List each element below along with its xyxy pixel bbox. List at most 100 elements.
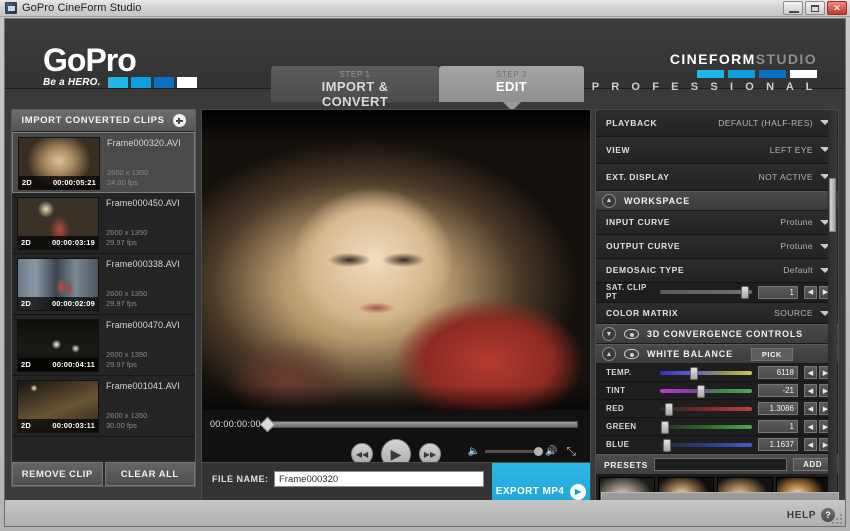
blue-value[interactable]: 1.1637 — [758, 438, 798, 452]
cineform-edition: P R O F E S S I O N A L — [591, 81, 817, 93]
clip-meta: Frame000320.AVI 2600 x 1350 24.00 fps — [100, 137, 189, 189]
cineform-swatches — [592, 70, 817, 78]
decrement-icon[interactable]: ◀ — [804, 285, 817, 299]
red-value[interactable]: 1.3086 — [758, 402, 798, 416]
gopro-swatch-3 — [153, 77, 174, 88]
list-item[interactable]: 2D 00:00:04:11 Frame000470.AVI 2600 x 13… — [12, 315, 195, 376]
list-item[interactable]: 2D 00:00:03:11 Frame001041.AVI 2600 x 13… — [12, 376, 195, 437]
playback-row[interactable]: PLAYBACK DEFAULT (HALF-RES) — [596, 110, 838, 137]
red-label: RED — [606, 404, 625, 414]
red-knob[interactable] — [664, 402, 673, 416]
scrubber-track[interactable] — [259, 416, 578, 432]
volume-control: 🔈 🔊 ⤡ — [467, 444, 576, 459]
remove-clip-button[interactable]: REMOVE CLIP — [12, 462, 103, 486]
sat-clip-pt-value[interactable]: 1 — [758, 285, 798, 299]
green-knob[interactable] — [660, 420, 669, 434]
clip-duration: 00:00:05:21 — [52, 178, 96, 187]
clip-fps: 29.97 fps — [106, 299, 137, 309]
minimize-button[interactable] — [783, 1, 803, 15]
workspace-title: WORKSPACE — [624, 195, 691, 206]
file-name-input[interactable]: Frame000320 — [274, 471, 484, 487]
chevron-up-icon[interactable]: ▲ — [602, 347, 616, 362]
preview-panel: 00:00:00:00 ◀◀ ▶ ▶▶ 🔈 🔊 ⤡ — [201, 109, 591, 521]
demosaic-type-row[interactable]: DEMOSAIC TYPE Default — [596, 258, 838, 283]
cineform-swatch-1 — [697, 70, 724, 78]
add-preset-button[interactable]: ADD — [793, 458, 832, 472]
help-control[interactable]: HELP ? — [787, 508, 835, 522]
temp-track[interactable] — [660, 366, 752, 380]
volume-slider-knob[interactable] — [533, 447, 543, 456]
clip-thumbnail: 2D 00:00:04:11 — [17, 319, 99, 372]
volume-high-icon[interactable]: 🔊 — [545, 446, 557, 457]
gopro-logo: GoPro Be a HERO. — [43, 44, 197, 88]
tint-value[interactable]: -21 — [758, 384, 798, 398]
blue-knob[interactable] — [662, 438, 671, 452]
volume-slider-track[interactable] — [484, 447, 543, 456]
decrement-icon[interactable]: ◀ — [804, 402, 817, 416]
workspace-section-header[interactable]: ▲ WORKSPACE — [596, 190, 838, 211]
tint-track[interactable] — [660, 384, 752, 398]
scrubber-handle[interactable] — [259, 416, 276, 432]
volume-low-icon[interactable]: 🔈 — [467, 446, 479, 457]
ext-display-value: NOT ACTIVE — [758, 171, 813, 182]
maximize-button[interactable] — [805, 1, 825, 15]
decrement-icon[interactable]: ◀ — [804, 366, 817, 380]
plus-icon[interactable] — [172, 114, 186, 127]
video-preview[interactable] — [202, 110, 590, 410]
sat-clip-pt-track[interactable] — [660, 286, 752, 300]
red-track[interactable] — [660, 402, 752, 416]
color-matrix-row[interactable]: COLOR MATRIX SOURCE — [596, 302, 838, 325]
convergence-section-header[interactable]: ▼ 3D CONVERGENCE CONTROLS — [596, 324, 838, 345]
cineform-bold-text: CINEFORM — [669, 51, 756, 67]
list-item[interactable]: 2D 00:00:05:21 Frame000320.AVI 2600 x 13… — [12, 132, 195, 193]
green-track[interactable] — [660, 420, 752, 434]
clip-fps: 24.00 fps — [107, 178, 138, 188]
tint-knob[interactable] — [696, 384, 705, 398]
input-curve-row[interactable]: INPUT CURVE Protune — [596, 210, 838, 235]
chevron-down-icon[interactable]: ▼ — [602, 327, 616, 342]
clip-thumbnail: 2D 00:00:03:19 — [17, 197, 99, 250]
blue-slider-row: BLUE 1.1637 ◀ ▶ — [596, 436, 838, 455]
output-curve-label: OUTPUT CURVE — [606, 241, 681, 252]
gopro-tagline-row: Be a HERO. — [43, 77, 197, 88]
clip-name: Frame001041.AVI — [106, 381, 180, 391]
clip-meta: Frame001041.AVI 2600 x 1350 30.00 fps — [99, 380, 190, 433]
tab-edit[interactable]: STEP 2 EDIT — [439, 66, 584, 111]
clip-resolution: 2600 x 1350 — [107, 168, 149, 177]
ext-display-row[interactable]: EXT. DISPLAY NOT ACTIVE — [596, 163, 838, 191]
eye-icon[interactable] — [624, 349, 639, 360]
clip-list[interactable]: 2D 00:00:05:21 Frame000320.AVI 2600 x 13… — [12, 132, 195, 460]
tab-import-convert-number: STEP 1 — [339, 70, 371, 79]
clear-all-button[interactable]: CLEAR ALL — [104, 462, 195, 486]
pick-button[interactable]: PICK — [750, 347, 793, 361]
temp-value[interactable]: 6118 — [758, 366, 798, 380]
cineform-studio-logo: CINEFORMSTUDIO P R O F E S S I O N A L — [592, 51, 817, 93]
sat-clip-pt-knob[interactable] — [740, 286, 749, 300]
green-value[interactable]: 1 — [758, 420, 798, 434]
blue-track[interactable] — [660, 438, 752, 452]
decrement-icon[interactable]: ◀ — [804, 384, 817, 398]
list-item[interactable]: 2D 00:00:03:19 Frame000450.AVI 2600 x 13… — [12, 193, 195, 254]
window-controls: ✕ — [783, 1, 847, 15]
clip-thumbnail: 2D 00:00:02:09 — [17, 258, 99, 311]
temp-knob[interactable] — [690, 366, 699, 380]
view-row[interactable]: VIEW LEFT EYE — [596, 136, 838, 164]
output-curve-row[interactable]: OUTPUT CURVE Protune — [596, 234, 838, 259]
app-header: GoPro Be a HERO. CINEFORMSTUDIO P R O F … — [5, 19, 845, 111]
close-button[interactable]: ✕ — [827, 1, 847, 15]
list-item[interactable]: 2D 00:00:02:09 Frame000338.AVI 2600 x 13… — [12, 254, 195, 315]
tab-import-convert[interactable]: STEP 1 IMPORT & CONVERT — [271, 66, 439, 109]
chevron-up-icon[interactable]: ▲ — [602, 193, 616, 208]
resize-grip-icon[interactable] — [831, 513, 843, 525]
white-balance-section-header[interactable]: ▲ WHITE BALANCE PICK — [596, 344, 838, 365]
controls-scrollbar[interactable] — [828, 110, 837, 520]
eye-icon[interactable] — [624, 329, 639, 340]
decrement-icon[interactable]: ◀ — [804, 420, 817, 434]
decrement-icon[interactable]: ◀ — [804, 438, 817, 452]
clips-panel-header[interactable]: IMPORT CONVERTED CLIPS — [12, 110, 195, 132]
controls-scrollbar-thumb[interactable] — [829, 178, 836, 232]
preset-name-input[interactable] — [653, 458, 788, 472]
cineform-swatch-4 — [790, 70, 817, 78]
fullscreen-icon[interactable]: ⤡ — [566, 444, 576, 459]
clip-name: Frame000320.AVI — [107, 138, 181, 148]
